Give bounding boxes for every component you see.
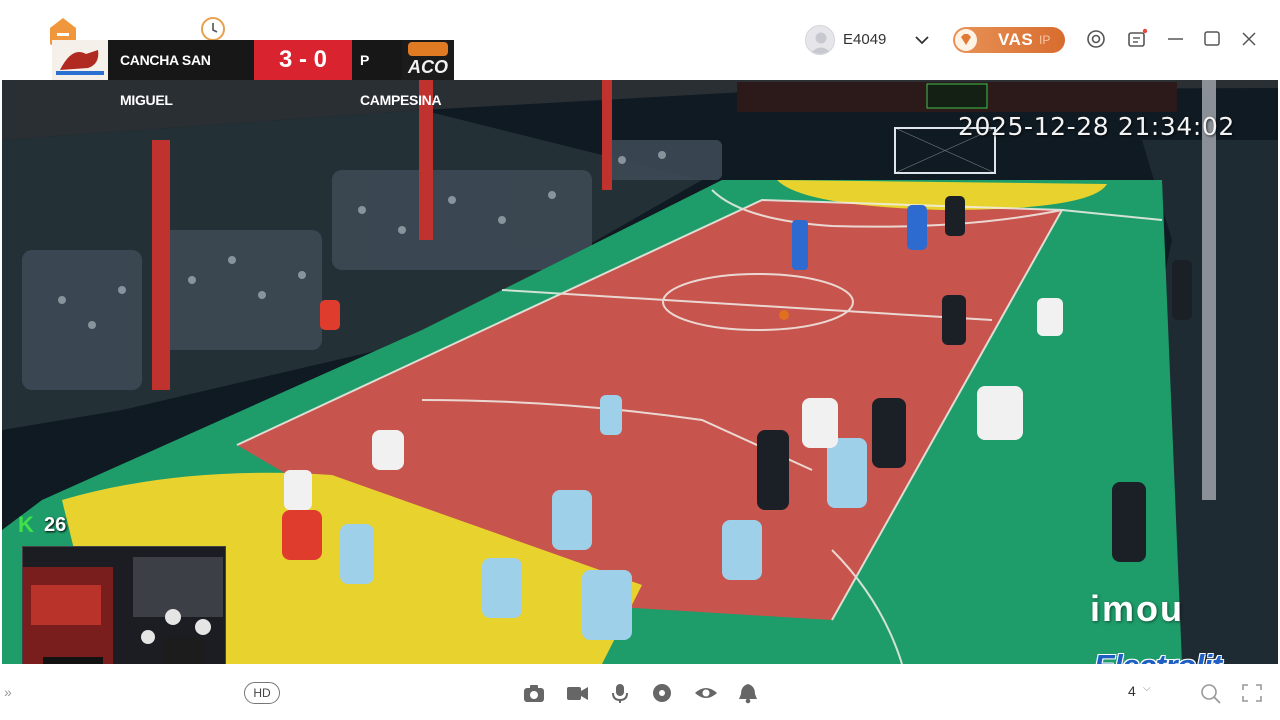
- page-value: 4: [1128, 683, 1136, 699]
- settings-icon[interactable]: [1085, 28, 1107, 50]
- vas-badge-button[interactable]: VAS IP: [953, 27, 1065, 53]
- minimize-icon[interactable]: [1165, 28, 1187, 50]
- scoreboard-overlay: CANCHA SAN MIGUEL 3 - 0 P CAMPESINA ACO: [52, 40, 454, 108]
- bottom-toolbar: [0, 664, 1280, 720]
- clock-icon[interactable]: [200, 16, 226, 42]
- expand-panel-icon[interactable]: »: [4, 684, 12, 700]
- kick-icon: K: [18, 512, 34, 537]
- sponsor-logo-text: ACO: [408, 57, 448, 77]
- home-team-name: CANCHA SAN MIGUEL: [108, 40, 254, 108]
- ptz-icon[interactable]: [650, 682, 674, 704]
- hd-quality-button[interactable]: HD: [244, 682, 280, 704]
- imou-watermark: imou: [1090, 588, 1184, 629]
- fullscreen-icon[interactable]: [1240, 682, 1264, 704]
- vas-suffix: IP: [1039, 33, 1051, 47]
- kick-viewer-count: 26: [44, 514, 67, 536]
- chevron-down-icon: ⌵: [1143, 683, 1151, 694]
- zoom-icon[interactable]: [1199, 682, 1223, 704]
- microphone-icon[interactable]: [608, 682, 632, 704]
- camera-icon[interactable]: [522, 682, 546, 704]
- avatar[interactable]: [805, 25, 835, 55]
- video-record-icon[interactable]: [565, 682, 589, 704]
- alarm-bell-icon[interactable]: [736, 682, 760, 704]
- diamond-icon: [955, 29, 977, 51]
- avatar-icon: [810, 32, 832, 54]
- home-team-logo: [52, 40, 108, 80]
- chevron-down-icon[interactable]: [912, 30, 932, 50]
- video-timestamp: 2025-12-28 21:34:02: [958, 112, 1235, 141]
- eye-icon[interactable]: [694, 682, 718, 704]
- page-selector[interactable]: 4 ⌵: [1128, 683, 1168, 699]
- score: 3 - 0: [254, 40, 352, 80]
- sponsor-logo: ACO: [402, 40, 454, 80]
- camera-viewer-app: E4049 VAS IP CANCHA SAN MIGUEL 3 - 0 P C…: [0, 0, 1280, 720]
- maximize-icon[interactable]: [1201, 28, 1223, 50]
- close-icon[interactable]: [1238, 28, 1260, 50]
- message-icon[interactable]: [1126, 28, 1148, 50]
- vas-label: VAS: [998, 30, 1034, 49]
- user-id-label[interactable]: E4049: [843, 31, 886, 48]
